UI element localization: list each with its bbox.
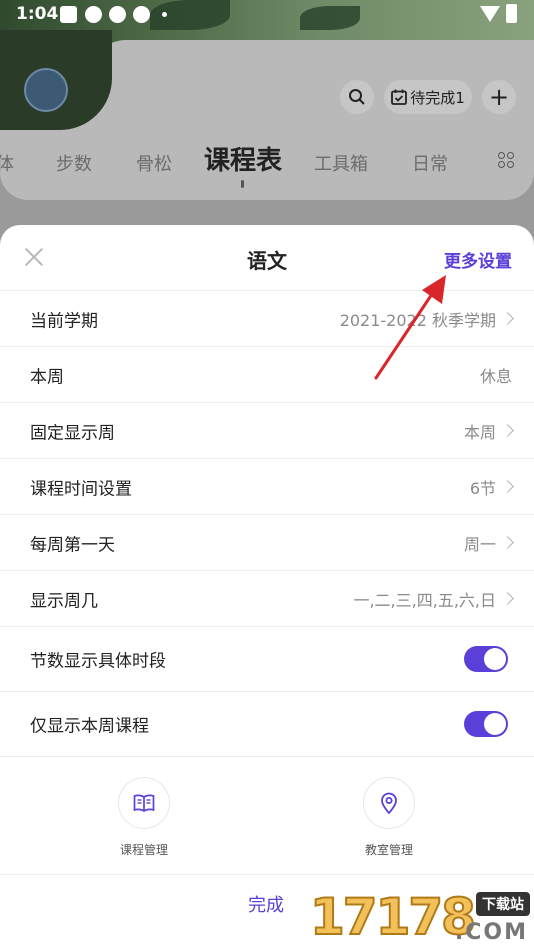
- search-icon: [349, 89, 365, 105]
- watermark-domain: .COM: [454, 920, 528, 945]
- done-button[interactable]: 完成: [248, 891, 284, 917]
- tool-icon-circle: [118, 777, 170, 829]
- watermark-tag: 下载站: [476, 892, 530, 916]
- row-value: 本周: [463, 422, 496, 442]
- tab-toolbox[interactable]: 工具箱: [314, 150, 368, 176]
- add-button[interactable]: +: [482, 80, 516, 114]
- all-categories-icon[interactable]: [498, 152, 514, 168]
- tab-schedule[interactable]: 课程表: [204, 140, 282, 177]
- row-display-weekdays[interactable]: 显示周几 一,二,三,四,五,六,日: [0, 571, 534, 627]
- location-pin-icon: [381, 792, 397, 814]
- row-label: 课程时间设置: [30, 479, 132, 499]
- row-label: 每周第一天: [30, 535, 115, 555]
- row-label: 显示周几: [30, 591, 98, 611]
- row-current-term[interactable]: 当前学期 2021-2022 秋季学期: [0, 291, 534, 347]
- row-label: 仅显示本周课程: [30, 716, 149, 737]
- classroom-management-button[interactable]: 教室管理: [344, 777, 434, 858]
- more-settings-button[interactable]: 更多设置: [444, 247, 512, 272]
- book-icon: [133, 794, 155, 812]
- calendar-check-icon: [391, 89, 408, 105]
- site-watermark: 17178 下载站 .COM: [309, 887, 534, 950]
- wifi-icon: [480, 6, 500, 22]
- row-value: 休息: [479, 366, 512, 386]
- row-value: 6节: [469, 478, 496, 498]
- sheet-header: 语文 更多设置: [0, 225, 534, 291]
- active-tab-indicator: [241, 180, 244, 188]
- row-value: 2021-2022 秋季学期: [339, 310, 496, 330]
- app-notification-icon: [109, 6, 126, 23]
- chevron-right-icon: [501, 591, 514, 605]
- management-tools: 课程管理 教室管理: [0, 757, 534, 875]
- tool-icon-circle: [363, 777, 415, 829]
- tab-steps[interactable]: 步数: [56, 150, 92, 176]
- app-notification-icon: [85, 6, 102, 23]
- row-value: 一,二,三,四,五,六,日: [353, 590, 496, 610]
- course-management-button[interactable]: 课程管理: [99, 777, 189, 858]
- chevron-right-icon: [501, 479, 514, 493]
- show-period-times-toggle[interactable]: [464, 646, 508, 672]
- plus-icon: +: [488, 83, 510, 111]
- row-label: 节数显示具体时段: [30, 651, 166, 672]
- avatar[interactable]: [24, 68, 68, 112]
- row-fixed-display-week[interactable]: 固定显示周 本周: [0, 403, 534, 459]
- app-notification-icon: [133, 6, 150, 23]
- settings-bottom-sheet: 语文 更多设置 当前学期 2021-2022 秋季学期 本周 休息 固定显示周 …: [0, 225, 534, 950]
- tool-label: 课程管理: [119, 843, 168, 857]
- row-this-week: 本周 休息: [0, 347, 534, 403]
- row-show-period-times: 节数显示具体时段: [0, 627, 534, 692]
- tab-osteoporosis[interactable]: 骨松: [136, 150, 172, 176]
- pending-tasks-label: 待完成1: [410, 88, 465, 107]
- category-tabs: 体 步数 骨松 课程表 工具箱 日常: [0, 140, 534, 180]
- tab-daily[interactable]: 日常: [412, 150, 448, 176]
- tool-label: 教室管理: [364, 843, 413, 857]
- status-time: 1:04: [16, 4, 59, 24]
- row-label: 本周: [30, 367, 64, 387]
- search-button[interactable]: [340, 80, 374, 114]
- status-bar: 1:04: [0, 0, 534, 30]
- watermark-number: 17178: [309, 887, 477, 947]
- chevron-right-icon: [501, 535, 514, 549]
- row-first-day-of-week[interactable]: 每周第一天 周一: [0, 515, 534, 571]
- notification-icon: [60, 6, 77, 23]
- row-class-time-settings[interactable]: 课程时间设置 6节: [0, 459, 534, 515]
- more-notifications-dot: [162, 12, 167, 17]
- chevron-right-icon: [501, 311, 514, 325]
- battery-icon: [506, 4, 517, 23]
- row-only-this-week: 仅显示本周课程: [0, 692, 534, 757]
- chevron-right-icon: [501, 423, 514, 437]
- pending-tasks-button[interactable]: 待完成1: [384, 80, 472, 114]
- row-value: 周一: [463, 534, 496, 554]
- tab-body[interactable]: 体: [0, 150, 14, 176]
- row-label: 固定显示周: [30, 423, 115, 443]
- only-this-week-toggle[interactable]: [464, 711, 508, 737]
- row-label: 当前学期: [30, 311, 98, 331]
